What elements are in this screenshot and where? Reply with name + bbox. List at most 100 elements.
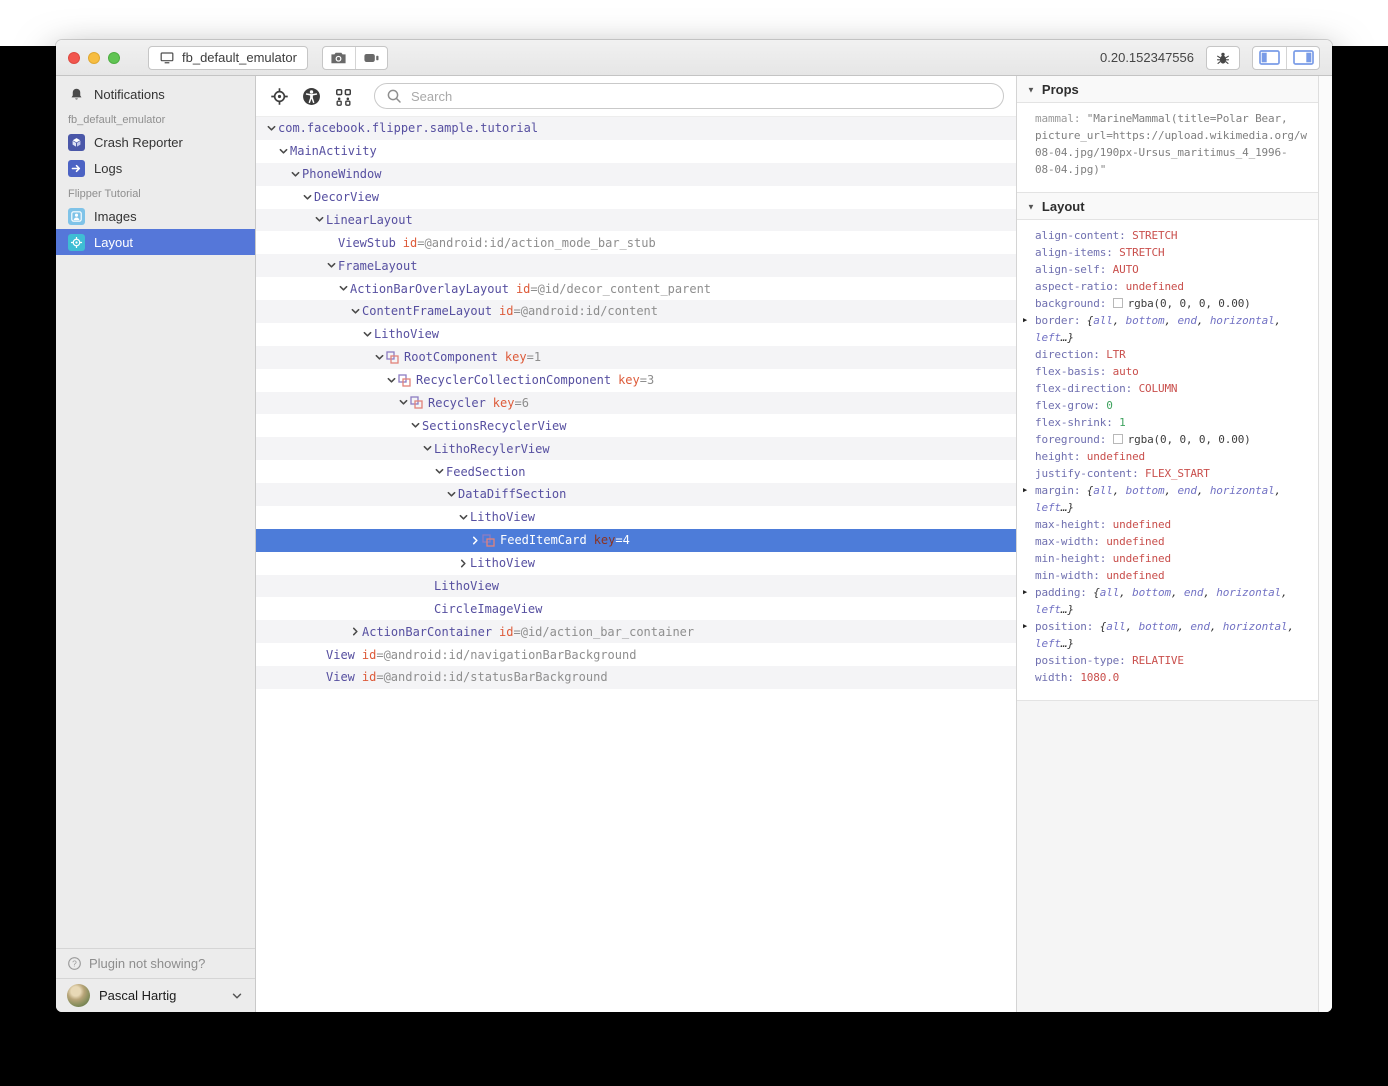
tree-row[interactable]: ViewStubid=@android:id/action_mode_bar_s… — [256, 231, 1016, 254]
chevron-right-icon[interactable] — [456, 559, 470, 568]
select-element-button[interactable] — [266, 83, 292, 109]
user-menu[interactable]: Pascal Hartig — [56, 978, 255, 1012]
tree-row[interactable]: LithoRecylerView — [256, 437, 1016, 460]
layout-prop-row[interactable]: ▶margin: {all, bottom, end, horizontal, … — [1017, 482, 1318, 516]
layout-prop-row: width: 1080.0 — [1017, 669, 1318, 686]
chevron-down-icon[interactable] — [456, 513, 470, 522]
chevron-down-icon[interactable] — [444, 490, 458, 499]
layout-prop-row[interactable]: ▶padding: {all, bottom, end, horizontal,… — [1017, 584, 1318, 618]
layout-section-body: align-content: STRETCHalign-items: STRET… — [1017, 220, 1318, 701]
tree-row[interactable]: SectionsRecyclerView — [256, 414, 1016, 437]
tree-node-name: RootComponent — [404, 350, 498, 364]
tree-row[interactable]: ActionBarContainerid=@id/action_bar_cont… — [256, 620, 1016, 643]
chevron-right-icon[interactable] — [468, 536, 482, 545]
chevron-down-icon[interactable] — [360, 330, 374, 339]
tree-row[interactable]: ActionBarOverlayLayoutid=@id/decor_conte… — [256, 277, 1016, 300]
tree-node-name: LithoRecylerView — [434, 442, 550, 456]
layout-prop-row[interactable]: ▶border: {all, bottom, end, horizontal, … — [1017, 312, 1318, 346]
chevron-down-icon[interactable] — [300, 193, 314, 202]
component-tree-icon — [334, 87, 353, 106]
expand-icon[interactable]: ▶ — [1023, 482, 1027, 499]
chevron-down-icon[interactable] — [276, 147, 290, 156]
sidebar-item-layout[interactable]: Layout — [56, 229, 255, 255]
sidebar-item-notifications[interactable]: Notifications — [56, 81, 255, 107]
chevron-right-icon[interactable] — [348, 627, 362, 636]
tree-attr-value: =@id/decor_content_parent — [530, 282, 711, 296]
tree-row[interactable]: RootComponentkey=1 — [256, 346, 1016, 369]
expand-icon[interactable]: ▶ — [1023, 618, 1027, 635]
litho-component-icon — [482, 534, 495, 547]
plugin-not-showing-link[interactable]: ? Plugin not showing? — [56, 948, 255, 978]
chevron-down-icon[interactable] — [348, 307, 362, 316]
props-value-line: mammal: "MarineMammal(title=Polar Bear, — [1017, 110, 1318, 127]
report-bug-button[interactable] — [1206, 46, 1240, 70]
tree-row[interactable]: Viewid=@android:id/navigationBarBackgrou… — [256, 643, 1016, 666]
minimize-window-button[interactable] — [88, 52, 100, 64]
tree-node-name: FrameLayout — [338, 259, 417, 273]
screenshot-button[interactable] — [323, 47, 355, 69]
sidebar-item-images[interactable]: Images — [56, 203, 255, 229]
tree-node-attr: id=@id/action_bar_container — [499, 625, 694, 639]
tree-row[interactable]: com.facebook.flipper.sample.tutorial — [256, 117, 1016, 140]
chevron-down-icon[interactable] — [408, 421, 422, 430]
screen-record-button[interactable] — [355, 47, 387, 69]
device-selector[interactable]: fb_default_emulator — [148, 46, 308, 70]
tree-row[interactable]: RecyclerCollectionComponentkey=3 — [256, 369, 1016, 392]
props-value-line: 08-04.jpg)" — [1017, 161, 1318, 178]
tree-row[interactable]: LithoView — [256, 552, 1016, 575]
tree-row[interactable]: FrameLayout — [256, 254, 1016, 277]
chevron-down-icon[interactable] — [336, 284, 350, 293]
chevron-down-icon[interactable] — [372, 353, 386, 362]
color-swatch[interactable] — [1113, 434, 1123, 444]
layout-prop-row: height: undefined — [1017, 448, 1318, 465]
component-tree-button[interactable] — [330, 83, 356, 109]
zoom-window-button[interactable] — [108, 52, 120, 64]
layout-section-header[interactable]: ▼ Layout — [1017, 193, 1318, 220]
sidebar-item-crash-reporter[interactable]: Crash Reporter — [56, 129, 255, 155]
tree-row[interactable]: PhoneWindow — [256, 163, 1016, 186]
chevron-down-icon[interactable] — [264, 124, 278, 133]
prop-key: background: — [1035, 297, 1113, 310]
tree-row[interactable]: MainActivity — [256, 140, 1016, 163]
sidebar-item-label: Logs — [94, 161, 122, 176]
expand-icon[interactable]: ▶ — [1023, 312, 1027, 329]
tree-row[interactable]: LithoView — [256, 506, 1016, 529]
tree-row[interactable]: LithoView — [256, 323, 1016, 346]
tree-row[interactable]: FeedItemCardkey=4 — [256, 529, 1016, 552]
chevron-down-icon[interactable] — [384, 376, 398, 385]
tree-row[interactable]: LithoView — [256, 575, 1016, 598]
sidebar-item-logs[interactable]: Logs — [56, 155, 255, 181]
tree-row[interactable]: DecorView — [256, 186, 1016, 209]
tree-row[interactable]: CircleImageView — [256, 597, 1016, 620]
prop-key: border: — [1035, 314, 1087, 327]
camera-icon — [330, 51, 347, 65]
layout-prop-row[interactable]: ▶position: {all, bottom, end, horizontal… — [1017, 618, 1318, 652]
props-section-header[interactable]: ▼ Props — [1017, 76, 1318, 103]
toggle-right-panel-button[interactable] — [1286, 47, 1319, 69]
tree-row[interactable]: LinearLayout — [256, 209, 1016, 232]
chevron-down-icon[interactable] — [288, 170, 302, 179]
tree-row[interactable]: Recyclerkey=6 — [256, 392, 1016, 415]
chevron-down-icon[interactable] — [312, 215, 326, 224]
tree-node-name: DecorView — [314, 190, 379, 204]
search-input[interactable] — [409, 88, 992, 105]
accessibility-mode-button[interactable] — [298, 83, 324, 109]
chevron-down-icon[interactable] — [420, 444, 434, 453]
tree-node-name: RecyclerCollectionComponent — [416, 373, 611, 387]
expand-icon[interactable]: ▶ — [1023, 584, 1027, 601]
tree-node-attr: id=@id/decor_content_parent — [516, 282, 711, 296]
close-window-button[interactable] — [68, 52, 80, 64]
chevron-down-icon[interactable] — [432, 467, 446, 476]
tree-row[interactable]: Viewid=@android:id/statusBarBackground — [256, 666, 1016, 689]
tree-row[interactable]: FeedSection — [256, 460, 1016, 483]
avatar — [67, 984, 90, 1007]
chevron-down-icon[interactable] — [396, 398, 410, 407]
tree-row[interactable]: DataDiffSection — [256, 483, 1016, 506]
chevron-down-icon[interactable] — [324, 261, 338, 270]
toggle-left-panel-button[interactable] — [1253, 47, 1286, 69]
prop-key: width: — [1035, 671, 1080, 684]
color-swatch[interactable] — [1113, 298, 1123, 308]
tree-row[interactable]: ContentFrameLayoutid=@android:id/content — [256, 300, 1016, 323]
layout-prop-row: justify-content: FLEX_START — [1017, 465, 1318, 482]
prop-value: rgba(0, 0, 0, 0.00) — [1128, 297, 1251, 310]
